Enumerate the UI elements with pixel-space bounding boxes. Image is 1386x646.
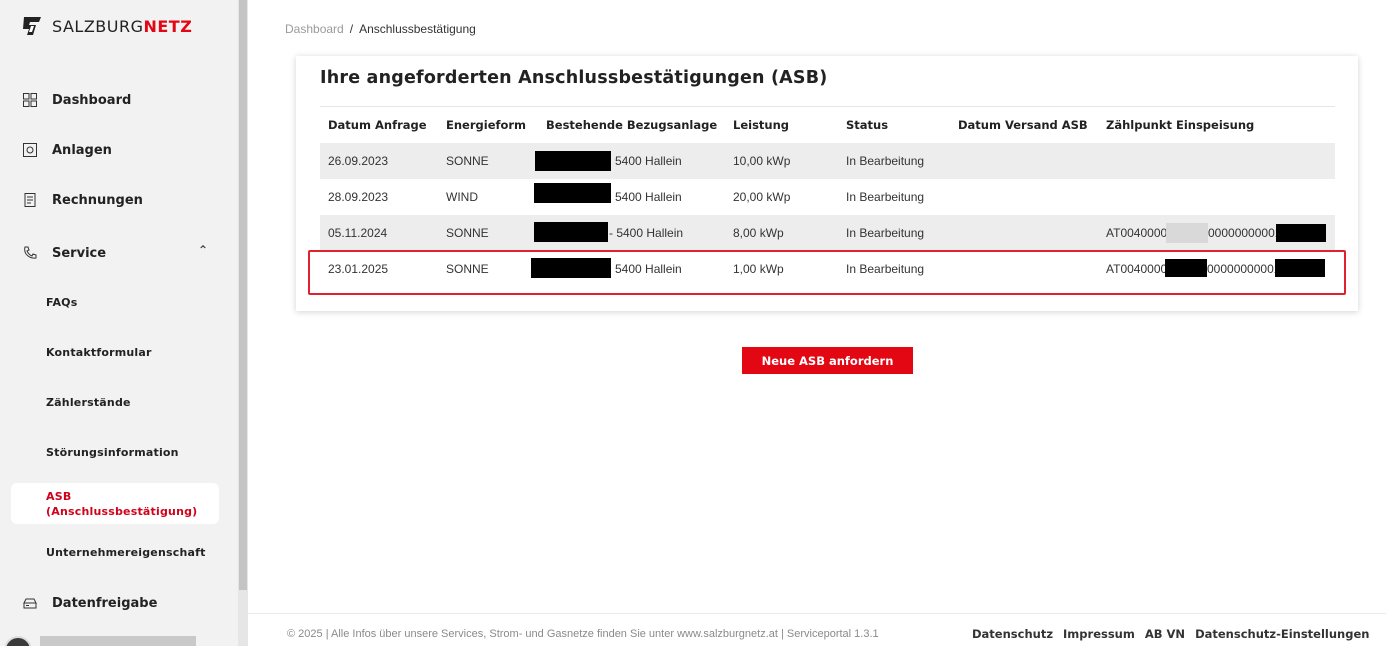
sidebar: SALZBURGNETZ Dashboard Anlagen Rechnunge… <box>0 0 238 646</box>
sidebar-item-dashboard[interactable]: Dashboard <box>22 92 131 108</box>
footer-divider <box>248 613 1386 614</box>
footer-link-impressum[interactable]: Impressum <box>1063 627 1135 641</box>
logo[interactable]: SALZBURGNETZ <box>20 14 192 38</box>
footer-copyright: © 2025 | Alle Infos über unsere Services… <box>287 628 879 640</box>
table-row[interactable]: 26.09.2023 SONNE 5400 Hallein 10,00 kWp … <box>320 143 1335 179</box>
sidebar-item-anlagen[interactable]: Anlagen <box>22 142 112 158</box>
sidebar-scrollbar[interactable] <box>238 0 248 646</box>
cell-energy: SONNE <box>446 226 489 240</box>
meter-icon <box>22 142 38 158</box>
cell-energy: SONNE <box>446 154 489 168</box>
sidebar-item-label: Datenfreigabe <box>52 595 158 611</box>
table-row[interactable]: 05.11.2024 SONNE - 5400 Hallein 8,00 kWp… <box>320 215 1335 251</box>
sidebar-subitem-zaehlerstaende[interactable]: Zählerstände <box>46 396 131 409</box>
sidebar-subitem-faqs[interactable]: FAQs <box>46 296 77 309</box>
sidebar-subitem-kontaktformular[interactable]: Kontaktformular <box>46 346 152 359</box>
redacted-block <box>534 183 611 203</box>
footer-links: Datenschutz Impressum AB VN Datenschutz-… <box>972 627 1369 641</box>
cell-power: 20,00 kWp <box>733 190 791 204</box>
sidebar-item-rechnungen[interactable]: Rechnungen <box>22 192 143 208</box>
column-header: Zählpunkt Einspeisung <box>1106 118 1255 132</box>
grid-icon <box>22 92 38 108</box>
redacted-block <box>535 151 611 171</box>
cell-status: In Bearbeitung <box>846 154 925 168</box>
scrollbar-thumb[interactable] <box>239 0 247 590</box>
cell-zaehlpunkt-prefix: AT0040000 <box>1106 226 1168 240</box>
data-icon <box>22 595 38 611</box>
cell-date: 05.11.2024 <box>328 226 388 240</box>
sidebar-item-label: Dashboard <box>52 92 132 108</box>
cell-date: 28.09.2023 <box>328 190 389 204</box>
breadcrumb: Dashboard / Anschlussbestätigung <box>285 22 476 36</box>
footer-link-ab-vn[interactable]: AB VN <box>1145 627 1185 641</box>
card-title: Ihre angeforderten Anschlussbestätigunge… <box>320 68 828 88</box>
chevron-up-icon[interactable]: ⌃ <box>198 243 208 257</box>
sidebar-item-label: Anlagen <box>52 142 112 158</box>
sidebar-item-datenfreigabe[interactable]: Datenfreigabe <box>22 595 157 611</box>
column-header: Bestehende Bezugsanlage <box>546 118 718 132</box>
breadcrumb-current: Anschlussbestätigung <box>359 22 476 36</box>
cell-status: In Bearbeitung <box>846 226 925 240</box>
cell-power: 8,00 kWp <box>733 226 784 240</box>
cell-zaehlpunkt-suffix: 00000000001 <box>1208 226 1282 240</box>
sidebar-item-label: Rechnungen <box>52 192 143 208</box>
footer-link-datenschutz-einstellungen[interactable]: Datenschutz-Einstellungen <box>1195 627 1369 641</box>
redacted-block <box>534 222 608 242</box>
cell-address: - 5400 Hallein <box>609 226 684 240</box>
sidebar-subitem-asb[interactable]: ASB (Anschlussbestätigung) <box>46 489 197 519</box>
sidebar-item-label: Service <box>52 245 107 261</box>
breadcrumb-dashboard-link[interactable]: Dashboard <box>285 22 344 36</box>
phone-icon <box>22 245 38 261</box>
breadcrumb-separator: / <box>349 22 354 36</box>
brand-name: SALZBURGNETZ <box>52 16 193 36</box>
cell-status: In Bearbeitung <box>846 190 925 204</box>
cell-date: 26.09.2023 <box>328 154 389 168</box>
sidebar-item-service[interactable]: Service ⌃ <box>22 243 208 261</box>
redacted-block <box>1166 223 1208 243</box>
cell-power: 10,00 kWp <box>733 154 791 168</box>
table-header: Datum Anfrage Energieform Bestehende Bez… <box>320 107 1335 143</box>
avatar[interactable] <box>4 636 32 646</box>
highlight-frame <box>308 250 1346 295</box>
column-header: Leistung <box>733 118 790 132</box>
invoice-icon <box>22 192 38 208</box>
column-header: Datum Versand ASB <box>958 118 1088 132</box>
column-header: Datum Anfrage <box>328 118 427 132</box>
sidebar-subitem-stoerungsinformation[interactable]: Störungsinformation <box>46 446 179 459</box>
new-asb-button[interactable]: Neue ASB anfordern <box>742 347 913 374</box>
footer-link-datenschutz[interactable]: Datenschutz <box>972 627 1053 641</box>
column-header: Energieform <box>446 118 527 132</box>
redacted-block <box>1276 224 1326 242</box>
user-name-placeholder[interactable] <box>40 636 196 646</box>
column-header: Status <box>846 118 889 132</box>
salzburgnetz-logo-icon <box>23 17 41 35</box>
cell-address: 5400 Hallein <box>615 190 682 204</box>
table-row[interactable]: 28.09.2023 WIND 5400 Hallein 20,00 kWp I… <box>320 179 1335 215</box>
cell-address: 5400 Hallein <box>615 154 682 168</box>
cell-energy: WIND <box>446 190 478 204</box>
sidebar-subitem-unternehmereigenschaft[interactable]: Unternehmereigenschaft <box>46 546 206 559</box>
